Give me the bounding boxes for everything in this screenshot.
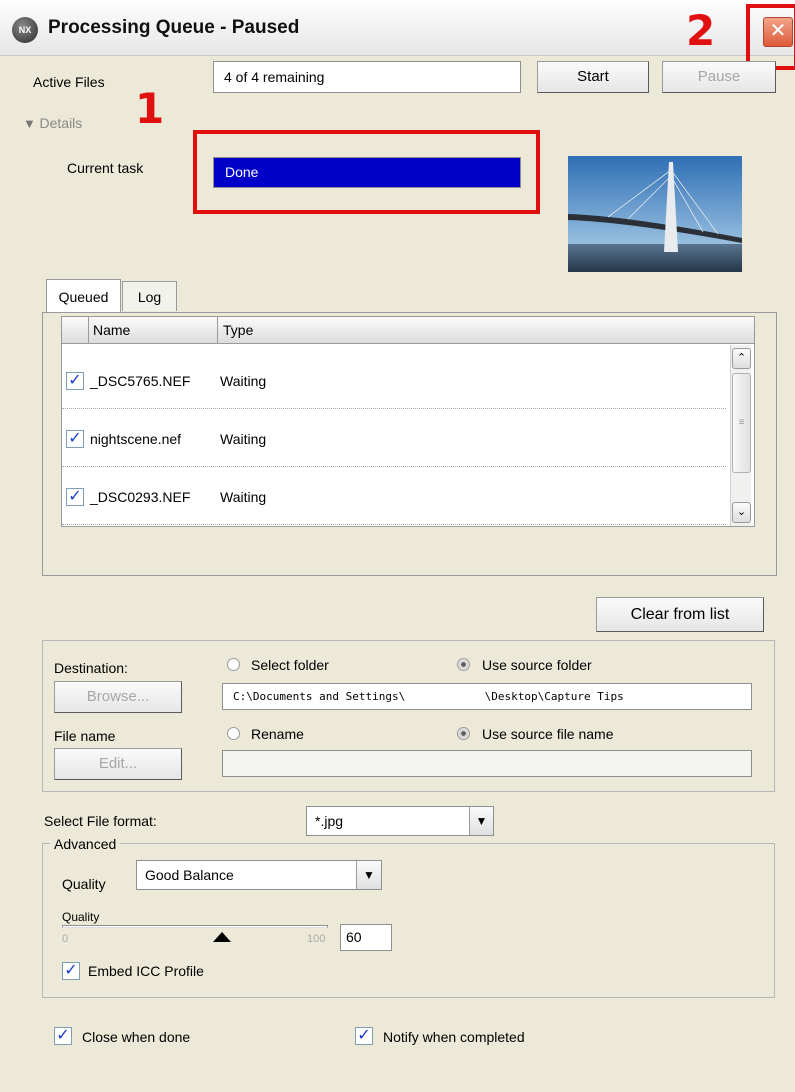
close-when-done-checkbox[interactable]: ✓ [54,1027,72,1045]
row-checkbox[interactable]: ✓ [66,372,84,390]
embed-icc-checkbox[interactable]: ✓ [62,962,80,980]
use-source-folder-label: Use source folder [482,657,592,673]
table-header: Name Type [62,317,754,344]
quality-slider-track[interactable] [62,925,328,928]
destination-label: Destination: [54,660,128,676]
edit-button[interactable]: Edit... [54,748,182,780]
annotation-number-2: 2 [686,6,716,55]
triangle-down-icon: ▼ [23,116,36,131]
embed-icc-label: Embed ICC Profile [88,963,204,979]
scroll-thumb[interactable]: ≡ [732,373,751,473]
quality-label: Quality [62,876,106,892]
row-file-name: nightscene.nef [90,431,182,447]
row-file-name: _DSC0293.NEF [90,489,191,505]
details-label: Details [39,115,83,131]
nx-app-icon: NX [12,17,38,43]
select-folder-radio[interactable] [227,658,240,671]
row-status: Waiting [220,489,267,505]
column-header-type[interactable]: Type [219,317,754,344]
active-files-label: Active Files [33,74,105,90]
rename-label: Rename [251,726,304,742]
close-when-done-label: Close when done [82,1029,191,1045]
dropdown-arrow-icon[interactable]: ▼ [469,807,493,835]
select-folder-label: Select folder [251,657,329,673]
tab-log[interactable]: Log [122,281,177,311]
slider-max-label: 100 [307,933,326,945]
use-source-file-name-label: Use source file name [482,726,614,742]
file-format-value: *.jpg [315,813,344,829]
browse-button[interactable]: Browse... [54,681,182,713]
bridge-photo-image [568,156,742,272]
annotation-box-current-task [193,130,540,214]
title-bar[interactable]: NX Processing Queue - Paused [0,0,795,56]
destination-path-field[interactable]: C:\Documents and Settings\ \Desktop\Capt… [222,683,752,710]
row-status: Waiting [220,431,267,447]
processing-queue-window: NX Processing Queue - Paused ✕ 2 Active … [0,0,795,1092]
notify-when-completed-label: Notify when completed [383,1029,525,1045]
annotation-number-1: 1 [135,84,165,133]
table-row[interactable]: ✓ _DSC0293.NEF Waiting [62,467,726,525]
details-toggle[interactable]: ▼ Details [23,115,82,131]
window-title: Processing Queue - Paused [48,17,300,38]
clear-from-list-button[interactable]: Clear from list [596,597,764,632]
row-status: Waiting [220,373,267,389]
quality-preset-value: Good Balance [145,867,234,883]
table-scrollbar[interactable]: ⌃ ≡ ⌄ [730,345,751,526]
rename-radio[interactable] [227,727,240,740]
quality-slider-thumb[interactable] [212,932,231,942]
column-header-name[interactable]: Name [88,317,218,344]
dropdown-arrow-icon[interactable]: ▼ [356,861,381,889]
active-files-field: 4 of 4 remaining [213,61,521,93]
preview-thumbnail [568,156,742,272]
use-source-folder-radio[interactable] [457,658,470,671]
rename-field[interactable] [222,750,752,777]
notify-when-completed-checkbox[interactable]: ✓ [355,1027,373,1045]
row-file-name: _DSC5765.NEF [90,373,191,389]
pause-button[interactable]: Pause [662,61,776,93]
row-checkbox[interactable]: ✓ [66,488,84,506]
file-name-label: File name [54,728,116,744]
table-row[interactable]: ✓ _DSC5765.NEF Waiting [62,351,726,409]
quality-slider-label: Quality [62,910,100,924]
tab-queued[interactable]: Queued [46,279,121,313]
quality-preset-select[interactable]: Good Balance ▼ [136,860,382,890]
file-format-select[interactable]: *.jpg ▼ [306,806,494,836]
quality-value-input[interactable]: 60 [340,924,392,951]
scroll-up-icon[interactable]: ⌃ [732,348,751,369]
row-checkbox[interactable]: ✓ [66,430,84,448]
slider-min-label: 0 [62,933,69,945]
start-button[interactable]: Start [537,61,649,93]
table-row[interactable]: ✓ nightscene.nef Waiting [62,409,726,467]
use-source-file-name-radio[interactable] [457,727,470,740]
scroll-down-icon[interactable]: ⌄ [732,502,751,523]
current-task-label: Current task [67,160,144,176]
advanced-legend: Advanced [50,836,121,852]
select-file-format-label: Select File format: [44,813,157,829]
